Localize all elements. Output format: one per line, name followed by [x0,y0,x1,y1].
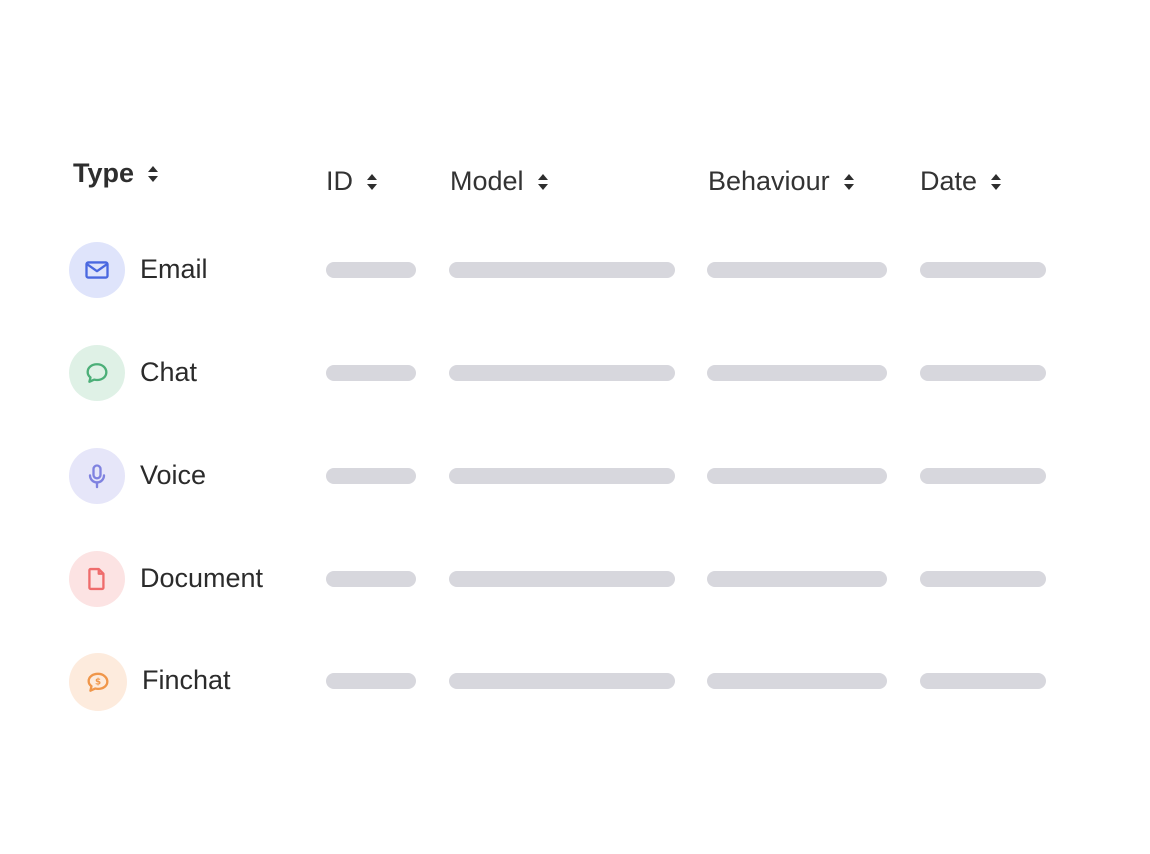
dollar-chat-icon: $ [87,672,109,692]
model-placeholder [449,571,675,587]
sort-icon[interactable] [367,173,378,191]
behaviour-placeholder [707,365,887,381]
column-header-label: ID [326,166,353,196]
column-header-model[interactable]: Model [450,166,549,197]
behaviour-placeholder [707,571,887,587]
column-header-label: Behaviour [708,166,830,196]
behaviour-placeholder [707,262,887,278]
date-placeholder [920,468,1046,484]
row-type-label: Finchat [142,665,231,695]
id-placeholder [326,468,416,484]
id-placeholder [326,571,416,587]
type-badge [69,551,125,607]
row-type-label: Document [140,563,264,593]
sort-icon[interactable] [991,173,1002,191]
chat-bubble-icon [86,363,108,383]
type-badge [69,242,125,298]
column-header-label: Model [450,166,524,196]
model-placeholder [449,468,675,484]
microphone-icon [88,464,106,489]
column-header-behaviour[interactable]: Behaviour [708,166,855,197]
row-type-label: Email [140,254,208,284]
column-header-label: Type [73,158,135,188]
table-row[interactable]: Document [0,551,1150,611]
id-placeholder [326,262,416,278]
row-type-label: Voice [140,460,207,490]
date-placeholder [920,262,1046,278]
id-placeholder [326,673,416,689]
table-row[interactable]: $ Finchat [0,653,1150,713]
type-badge [69,345,125,401]
model-placeholder [449,262,675,278]
behaviour-placeholder [707,468,887,484]
svg-text:$: $ [95,678,101,688]
id-placeholder [326,365,416,381]
column-header-label: Date [920,166,978,196]
column-header-id[interactable]: ID [326,166,378,197]
model-placeholder [449,365,675,381]
row-type-label: Chat [140,357,198,387]
date-placeholder [920,673,1046,689]
column-header-date[interactable]: Date [920,166,1002,197]
date-placeholder [920,365,1046,381]
behaviour-placeholder [707,673,887,689]
document-icon [88,567,105,591]
date-placeholder [920,571,1046,587]
model-placeholder [449,673,675,689]
sort-icon[interactable] [148,165,159,183]
type-badge: $ [69,653,127,711]
sort-icon[interactable] [537,173,549,191]
column-header-type[interactable]: Type [73,158,159,189]
table-row[interactable]: Email [0,242,1150,302]
table-row[interactable]: Chat [0,345,1150,405]
sort-icon[interactable] [843,173,855,191]
mail-icon [85,261,109,279]
type-badge [69,448,125,504]
table-row[interactable]: Voice [0,448,1150,508]
